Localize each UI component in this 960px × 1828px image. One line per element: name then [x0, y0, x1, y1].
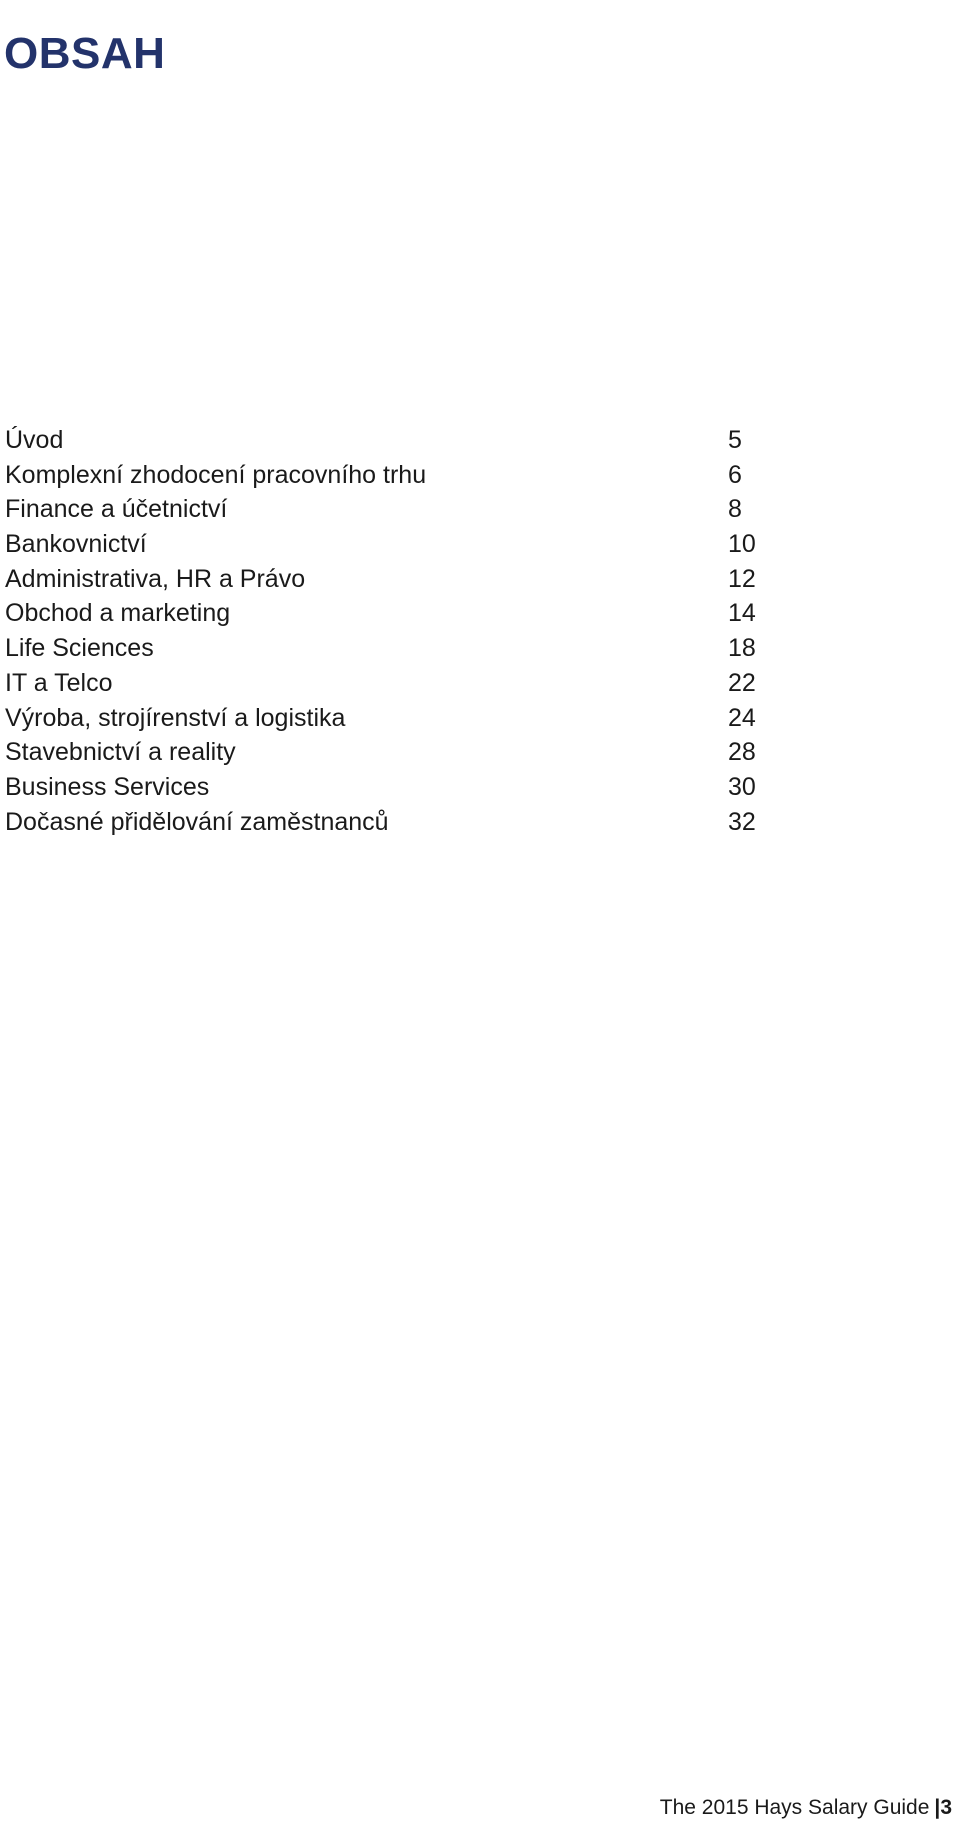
toc-entry[interactable]: Bankovnictví 10	[0, 527, 900, 562]
toc-entry-page-number: 30	[728, 772, 756, 801]
toc-entry-page-number: 5	[728, 426, 742, 454]
toc-entry-label: Life Sciences	[5, 634, 154, 663]
table-of-contents: Úvod 5 Komplexní zhodocení pracovního trhu…	[0, 423, 900, 839]
toc-entry-label: Business Services	[5, 772, 210, 801]
toc-entry[interactable]: Úvod 5	[0, 423, 900, 458]
page-title: OBSAH	[4, 29, 166, 79]
toc-entry[interactable]: Administrativa, HR a Právo 12	[0, 562, 900, 597]
toc-entry[interactable]: Stavebnictví a reality 28	[0, 735, 900, 770]
toc-entry-page-number: 10	[728, 530, 756, 559]
toc-entry[interactable]: Finance a účetnictví 8	[0, 492, 900, 527]
footer-guide-title: The 2015 Hays Salary Guide	[659, 1795, 930, 1819]
toc-entry-label: Úvod	[5, 426, 64, 454]
toc-entry-page-number: 8	[728, 495, 742, 524]
footer-separator: |	[934, 1795, 941, 1819]
toc-entry-page-number: 18	[728, 634, 756, 663]
toc-entry-label: Stavebnictví a reality	[5, 738, 236, 767]
toc-entry-page-number: 14	[728, 599, 756, 628]
toc-entry[interactable]: Komplexní zhodocení pracovního trhu 6	[0, 458, 900, 493]
page-footer: The 2015 Hays Salary Guide |3	[660, 1795, 952, 1820]
toc-entry-label: Bankovnictví	[5, 530, 147, 559]
toc-entry-label: IT a Telco	[5, 668, 113, 697]
document-page: OBSAH Úvod 5 Komplexní zhodocení pracovníh…	[0, 0, 960, 1828]
toc-entry[interactable]: Výroba, strojírenství a logistika 24	[0, 701, 900, 736]
toc-entry[interactable]: Dočasné přidělování zaměstnanců 32	[0, 805, 900, 840]
toc-entry[interactable]: Obchod a marketing 14	[0, 596, 900, 631]
toc-entry-label: Komplexní zhodocení pracovního trhu	[5, 460, 427, 489]
footer-page-number: 3	[940, 1795, 952, 1819]
toc-entry-label: Dočasné přidělování zaměstnanců	[5, 807, 389, 836]
toc-entry[interactable]: Business Services 30	[0, 770, 900, 805]
toc-entry-label: Obchod a marketing	[5, 599, 231, 628]
toc-entry-label: Výroba, strojírenství a logistika	[5, 703, 346, 732]
toc-entry-page-number: 12	[728, 564, 756, 593]
toc-entry-page-number: 6	[728, 460, 742, 489]
toc-entry-label: Finance a účetnictví	[5, 495, 228, 524]
toc-entry-page-number: 28	[728, 738, 756, 767]
toc-entry-page-number: 22	[728, 668, 756, 697]
toc-entry[interactable]: IT a Telco 22	[0, 666, 900, 701]
toc-entry-page-number: 32	[728, 807, 756, 836]
toc-entry-label: Administrativa, HR a Právo	[5, 564, 306, 593]
toc-entry[interactable]: Life Sciences 18	[0, 631, 900, 666]
toc-entry-page-number: 24	[728, 703, 756, 732]
